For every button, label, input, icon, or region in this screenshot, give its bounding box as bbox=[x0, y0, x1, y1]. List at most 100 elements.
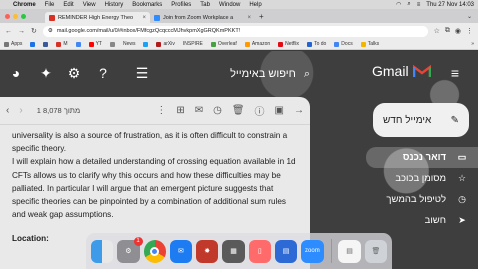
bookmark-netflix[interactable]: Netflix bbox=[278, 41, 299, 47]
settings-gear-icon[interactable]: ⚙ bbox=[66, 65, 82, 81]
bookmark-star-icon[interactable]: ☆ bbox=[434, 27, 440, 35]
sidebar-item-inbox[interactable]: דואר נכנס ▭ bbox=[366, 147, 478, 168]
control-center-icon[interactable]: ≡ bbox=[417, 2, 421, 8]
bookmark-amazon[interactable]: Amazon bbox=[244, 41, 270, 47]
bookmark-todo[interactable]: To do bbox=[307, 41, 326, 47]
archive-icon[interactable]: ▣ bbox=[275, 105, 284, 116]
search-input[interactable]: חיפוש באימייל bbox=[230, 68, 296, 80]
new-tab-button[interactable]: + bbox=[259, 12, 264, 21]
menu-tab[interactable]: Tab bbox=[200, 2, 210, 8]
mail-icon[interactable]: ✉ bbox=[169, 239, 193, 263]
clock-icon: ◷ bbox=[458, 194, 466, 204]
bookmark-arxiv[interactable]: arXiv bbox=[156, 41, 175, 47]
overleaf-icon bbox=[210, 41, 216, 47]
gmail-logo[interactable]: Gmail bbox=[372, 63, 431, 79]
main-menu-icon[interactable]: ≡ bbox=[447, 65, 463, 81]
bookmark-favicon-icon bbox=[30, 41, 36, 47]
search-bar[interactable]: חיפוש באימייל ⌕ bbox=[160, 64, 310, 84]
bookmark-favicon-icon bbox=[43, 41, 49, 47]
bookmark-item[interactable] bbox=[30, 41, 36, 47]
search-icon[interactable]: ⌕ bbox=[407, 1, 410, 8]
bookmark-overleaf[interactable]: Overleaf bbox=[210, 41, 237, 47]
profile-avatar[interactable]: ◉ bbox=[455, 27, 461, 35]
message-body: universality is also a source of frustra… bbox=[0, 125, 310, 250]
wifi-icon[interactable]: ◠ bbox=[396, 1, 401, 8]
forward-icon[interactable]: → bbox=[18, 28, 25, 35]
tab-title: REMINDER High Energy Theo bbox=[58, 14, 134, 21]
address-bar[interactable]: ⚙ mail.google.com/mail/u/0/#inbox/FMfcgz… bbox=[42, 25, 428, 37]
bookmark-news[interactable]: News bbox=[123, 41, 136, 47]
window-controls bbox=[5, 13, 45, 19]
bookmark-item[interactable] bbox=[109, 41, 115, 47]
move-to-icon[interactable]: ⊞ bbox=[176, 105, 184, 116]
bookmarks-overflow-icon[interactable]: » bbox=[471, 41, 474, 47]
zoom-window-button[interactable] bbox=[21, 13, 26, 19]
menu-help[interactable]: Help bbox=[249, 2, 261, 8]
gmail-favicon-icon bbox=[49, 14, 55, 21]
menubar-clock[interactable]: Thu 27 Nov 14:03 bbox=[426, 2, 474, 8]
menu-history[interactable]: History bbox=[105, 2, 124, 8]
compose-label: אימייל חדש bbox=[383, 114, 432, 126]
compose-button[interactable]: אימייל חדש ✎ bbox=[373, 103, 469, 137]
sidebar-item-important[interactable]: חשוב ➤ bbox=[366, 210, 478, 231]
menu-edit[interactable]: Edit bbox=[63, 2, 73, 8]
site-info-icon[interactable]: ⚙ bbox=[48, 28, 53, 34]
menu-app-name[interactable]: Chrome bbox=[13, 2, 36, 8]
bookmark-apps[interactable]: Apps bbox=[4, 41, 22, 47]
gmail-m-icon bbox=[412, 64, 431, 77]
delete-icon[interactable]: 🗑 bbox=[232, 105, 245, 116]
snooze-icon[interactable]: ◷ bbox=[213, 105, 222, 116]
sidebar-item-snoozed[interactable]: לטיפול בהמשך ◷ bbox=[366, 189, 478, 210]
extensions-icon[interactable]: ⧉ bbox=[445, 27, 450, 35]
menu-file[interactable]: File bbox=[45, 2, 55, 8]
bookmark-youtube[interactable]: YT bbox=[88, 41, 102, 47]
notification-badge: 1 bbox=[133, 236, 143, 246]
sidebar-item-starred[interactable]: מסומן בכוכב ☆ bbox=[366, 168, 478, 189]
close-tab-icon[interactable]: × bbox=[142, 15, 146, 21]
bookmark-inspire[interactable]: INSPIRE bbox=[183, 41, 203, 47]
menu-profiles[interactable]: Profiles bbox=[171, 2, 191, 8]
system-settings-icon[interactable]: ⚙ 1 bbox=[117, 236, 143, 263]
tab-zoom[interactable]: Join from Zoom Workplace a × bbox=[150, 12, 255, 23]
zoom-icon[interactable]: zoom bbox=[301, 239, 324, 263]
bookmark-docs[interactable]: Docs bbox=[334, 41, 353, 47]
help-icon[interactable]: ? bbox=[95, 65, 111, 81]
bookmark-item[interactable] bbox=[75, 41, 81, 47]
bookmark-item[interactable]: M bbox=[56, 41, 68, 47]
more-menu-icon[interactable]: ⋮ bbox=[466, 27, 473, 35]
report-spam-icon[interactable]: ⓘ bbox=[255, 103, 265, 118]
files-icon[interactable]: ▤ bbox=[274, 239, 298, 263]
dock-separator bbox=[330, 239, 332, 263]
more-actions-icon[interactable]: ⋮ bbox=[156, 105, 166, 116]
bookmark-item[interactable] bbox=[43, 41, 49, 47]
newer-chevron-icon[interactable]: › bbox=[19, 105, 22, 116]
search-icon[interactable]: ⌕ bbox=[304, 68, 310, 81]
bookmark-item[interactable] bbox=[143, 41, 149, 47]
menu-bookmarks[interactable]: Bookmarks bbox=[132, 2, 162, 8]
amazon-icon bbox=[244, 41, 250, 47]
game-icon[interactable]: ✸ bbox=[196, 239, 219, 263]
calculator-icon[interactable]: ▦ bbox=[222, 239, 245, 263]
minimize-window-button[interactable] bbox=[13, 13, 18, 19]
gemini-sparkle-icon[interactable]: ✦ bbox=[38, 65, 54, 81]
back-to-inbox-icon[interactable]: → bbox=[294, 105, 304, 116]
phone-icon[interactable]: ▯ bbox=[248, 239, 271, 263]
reload-icon[interactable]: ↻ bbox=[31, 27, 37, 35]
menu-view[interactable]: View bbox=[83, 2, 96, 8]
close-window-button[interactable] bbox=[5, 13, 10, 19]
account-avatar[interactable]: ◕ bbox=[8, 65, 24, 81]
mark-unread-icon[interactable]: ✉ bbox=[195, 105, 203, 116]
close-tab-icon[interactable]: × bbox=[247, 15, 251, 21]
finder-icon[interactable] bbox=[90, 239, 114, 263]
tab-search-chevron-icon[interactable]: ⌄ bbox=[467, 13, 472, 20]
menu-window[interactable]: Window bbox=[219, 2, 240, 8]
bookmark-talks[interactable]: Talks bbox=[360, 41, 379, 47]
older-chevron-icon[interactable]: ‹ bbox=[6, 105, 9, 116]
back-icon[interactable]: ← bbox=[5, 28, 12, 35]
chrome-icon[interactable] bbox=[143, 239, 166, 263]
tab-reminder[interactable]: REMINDER High Energy Theo × bbox=[45, 12, 150, 23]
trash-icon[interactable]: 🗑 bbox=[364, 239, 388, 263]
star-icon: ☆ bbox=[457, 173, 467, 183]
search-options-icon[interactable]: ☰ bbox=[134, 65, 150, 81]
document-icon[interactable]: ▤ bbox=[338, 239, 361, 263]
